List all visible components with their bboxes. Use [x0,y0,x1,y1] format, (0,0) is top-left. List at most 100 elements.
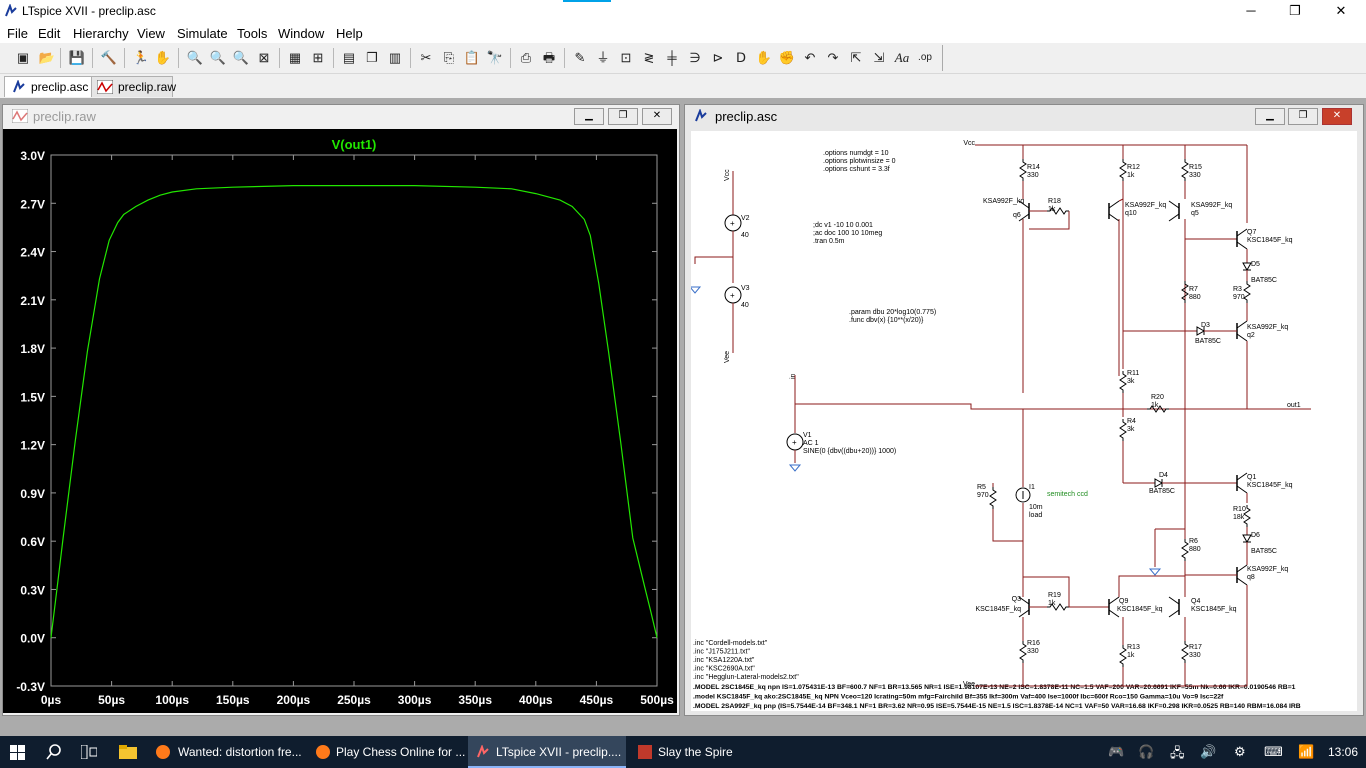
taskbar-item-firefox-2[interactable]: Play Chess Online for ... [308,736,468,768]
plot-restore-button[interactable]: ❐ [608,108,638,125]
menu-simulate[interactable]: Simulate [177,26,228,41]
tab-preclip-asc[interactable]: preclip.asc [4,76,92,97]
plot-window-titlebar[interactable]: preclip.raw ▁ ❐ ✕ [3,105,679,127]
resistor-symbol[interactable] [1119,645,1127,667]
wire-icon[interactable]: ✎ [571,49,589,67]
menu-help[interactable]: Help [336,26,363,41]
volume-icon[interactable]: 🔊 [1200,744,1216,760]
resistor-symbol[interactable] [1181,539,1189,561]
task-view-icon[interactable] [81,745,97,759]
mirror-icon[interactable]: ⇲ [870,49,888,67]
rotate-icon[interactable]: ⇱ [847,49,865,67]
taskbar-item-slay-the-spire[interactable]: Slay the Spire [630,736,780,768]
cut-icon[interactable]: ✂ [417,49,435,67]
tile-vertical-icon[interactable]: ▥ [386,49,404,67]
resistor-symbol[interactable] [1019,159,1027,181]
schematic-text: BAT85C [1251,548,1277,555]
halt-icon[interactable]: ✋ [154,49,172,67]
spice-directive-icon[interactable]: .op [916,49,934,67]
steam-icon[interactable]: ⚙ [1234,744,1246,760]
drag-icon[interactable]: ✊ [778,49,796,67]
menu-hierarchy[interactable]: Hierarchy [73,26,129,41]
autorange-icon[interactable]: ▦ [286,49,304,67]
minimize-button[interactable]: ─ [1228,0,1274,23]
zoom-in-icon[interactable]: 🔍 [186,49,204,67]
label-net-icon[interactable]: ⊡ [617,49,635,67]
schematic-text: 330 [1027,172,1039,179]
taskbar-item-firefox-1[interactable]: Wanted: distortion fre... [150,736,304,768]
move-icon[interactable]: ✋ [755,49,773,67]
source-polarity: + [730,219,735,228]
run-icon[interactable]: 🏃 [132,49,150,67]
file-explorer-icon[interactable] [119,745,137,759]
pan-icon[interactable]: 🔍 [209,49,227,67]
keyboard-icon[interactable]: ⌨ [1264,744,1283,760]
tab-preclip-raw[interactable]: preclip.raw [91,76,176,97]
resistor-symbol[interactable] [1119,159,1127,181]
menu-view[interactable]: View [137,26,165,41]
resistor-symbol[interactable] [1119,371,1127,393]
diode-icon[interactable]: ⊳ [709,49,727,67]
schem-restore-button[interactable]: ❐ [1288,108,1318,125]
paste-icon[interactable]: 📋 [463,49,481,67]
zoom-out-icon[interactable]: 🔍 [232,49,250,67]
network-status-icon[interactable]: 🖧 [1170,744,1185,766]
schematic-window-titlebar[interactable]: preclip.asc ▁ ❐ ✕ [685,105,1363,127]
wifi-icon[interactable]: 📶 [1298,744,1314,760]
schematic-canvas[interactable]: .options numdgt = 10 .options plotwinsize… [691,131,1357,711]
taskbar-item-ltspice[interactable]: LTspice XVII - preclip.... [468,736,626,768]
open-folder-icon[interactable]: 📂 [38,49,56,67]
menu-edit[interactable]: Edit [38,26,60,41]
resistor-symbol[interactable] [1181,159,1189,181]
find-icon[interactable]: 🔭 [486,49,504,67]
schem-minimize-button[interactable]: ▁ [1255,108,1285,125]
resistor-symbol[interactable] [989,487,997,509]
resistor-symbol[interactable] [1243,281,1251,303]
diode-symbol[interactable] [1242,534,1252,544]
search-icon[interactable] [46,744,62,760]
plot-close-button[interactable]: ✕ [642,108,672,125]
schematic-text: ;ac doc 100 10 10meg [813,230,882,237]
resistor-icon[interactable]: ≷ [640,49,658,67]
wire [1023,576,1070,607]
open-schematic-icon[interactable]: ▣ [14,49,32,67]
copy-icon[interactable]: ⎘ [440,49,458,67]
plot-area[interactable]: 3.0V 2.7V 2.4V 2.1V 1.8V 1.5V 1.2V 0.9V 0.6V 0.3V… [3,129,677,713]
resistor-symbol[interactable] [1181,281,1189,303]
text-icon[interactable]: Aa [893,49,911,67]
print-icon[interactable]: 🖶 [540,49,558,67]
waveform-plot[interactable]: 3.0V 2.7V 2.4V 2.1V 1.8V 1.5V 1.2V 0.9V 0.6V 0.3V… [3,129,677,713]
diode-symbol[interactable] [1154,478,1164,488]
plot-minimize-button[interactable]: ▁ [574,108,604,125]
resistor-symbol[interactable] [1119,419,1127,441]
resistor-symbol[interactable] [1181,641,1189,663]
undo-icon[interactable]: ↶ [801,49,819,67]
close-button[interactable]: ✕ [1318,0,1364,23]
cascade-icon[interactable]: ❐ [363,49,381,67]
headset-icon[interactable]: 🎧 [1138,744,1154,760]
diode-symbol[interactable] [1242,262,1252,272]
grid-icon[interactable]: ⊞ [309,49,327,67]
menu-window[interactable]: Window [278,26,324,41]
component-icon[interactable]: ᗞ [732,49,750,67]
trace-v-out1[interactable] [50,185,658,638]
resistor-symbol[interactable] [1019,641,1027,663]
schematic-text: 1k [1048,600,1056,607]
control-panel-icon[interactable]: 🔨 [100,49,118,67]
zoom-fit-icon[interactable]: ⊠ [255,49,273,67]
windows-start-icon[interactable] [10,745,25,760]
print-preview-icon[interactable]: ⎙ [517,49,535,67]
tile-horizontal-icon[interactable]: ▤ [340,49,358,67]
discord-icon[interactable]: 🎮 [1108,744,1124,760]
maximize-button[interactable]: ❐ [1272,0,1318,23]
ground-icon[interactable]: ⏚ [594,49,612,67]
schem-close-button[interactable]: ✕ [1322,108,1352,125]
schematic-drawing[interactable]: .options numdgt = 10.options plotwinsize… [691,131,1357,711]
menu-file[interactable]: File [7,26,28,41]
menu-tools[interactable]: Tools [237,26,267,41]
capacitor-icon[interactable]: ╪ [663,49,681,67]
trace-label[interactable]: V(out1) [332,137,377,152]
inductor-icon[interactable]: ∋ [686,49,704,67]
save-icon[interactable]: 💾 [68,49,86,67]
redo-icon[interactable]: ↷ [824,49,842,67]
